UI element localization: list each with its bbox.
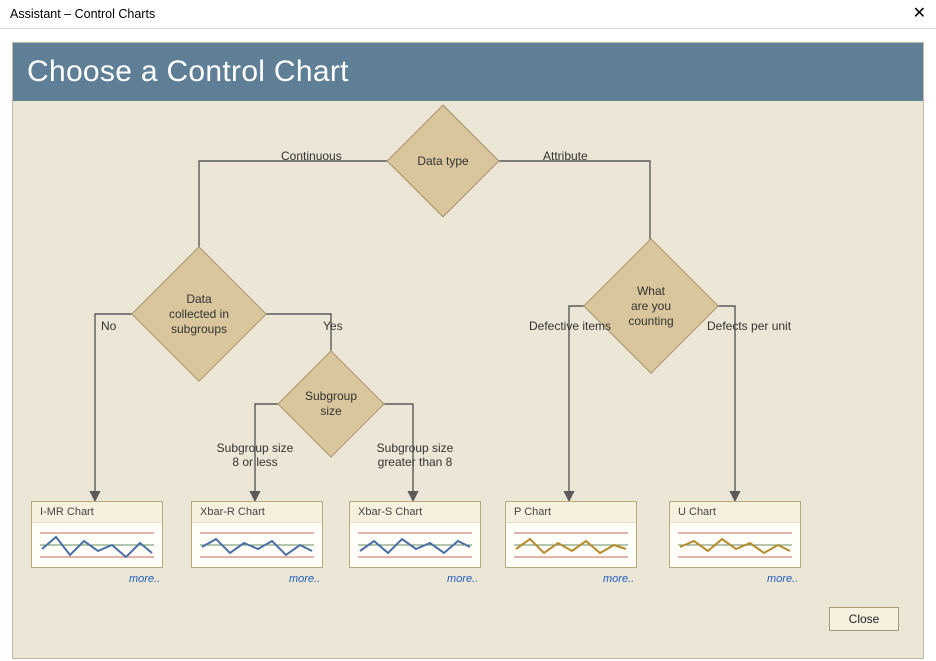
chart-thumbnail-icon xyxy=(350,523,480,567)
card-xbarr-title: Xbar-R Chart xyxy=(192,502,322,523)
card-imr-body xyxy=(32,523,162,567)
card-imr-title: I-MR Chart xyxy=(32,502,162,523)
more-link-imr[interactable]: more.. xyxy=(129,573,160,585)
card-u-body xyxy=(670,523,800,567)
card-u-title: U Chart xyxy=(670,502,800,523)
chart-thumbnail-icon xyxy=(32,523,162,567)
card-xbarr-body xyxy=(192,523,322,567)
edge-label-attribute: Attribute xyxy=(543,149,588,163)
more-link-p[interactable]: more.. xyxy=(603,573,634,585)
more-link-xbars[interactable]: more.. xyxy=(447,573,478,585)
card-u[interactable]: U Chart xyxy=(669,501,801,568)
decision-subgroups[interactable]: Data collected in subgroups xyxy=(151,266,247,362)
close-button[interactable]: Close xyxy=(829,607,899,631)
chart-thumbnail-icon xyxy=(506,523,636,567)
decision-counting-label: What are you counting xyxy=(624,280,677,333)
card-imr[interactable]: I-MR Chart xyxy=(31,501,163,568)
decision-counting[interactable]: What are you counting xyxy=(603,258,699,354)
card-xbars-body xyxy=(350,523,480,567)
decision-subgroup-size-label: Subgroup size xyxy=(301,385,361,423)
card-xbars[interactable]: Xbar-S Chart xyxy=(349,501,481,568)
decision-canvas: Data type Continuous Attribute Data coll… xyxy=(13,101,923,643)
page-title: Choose a Control Chart xyxy=(27,55,909,89)
chart-thumbnail-icon xyxy=(670,523,800,567)
page-header: Choose a Control Chart xyxy=(13,43,923,101)
close-icon[interactable]: ✕ xyxy=(913,6,926,22)
card-p-title: P Chart xyxy=(506,502,636,523)
decision-data-type[interactable]: Data type xyxy=(403,121,483,201)
decision-subgroup-size[interactable]: Subgroup size xyxy=(293,366,369,442)
window-title: Assistant – Control Charts xyxy=(10,7,155,21)
card-p-body xyxy=(506,523,636,567)
edge-label-defects: Defects per unit xyxy=(707,319,791,333)
decision-data-type-label: Data type xyxy=(413,150,472,173)
edge-label-size-le8: Subgroup size 8 or less xyxy=(205,441,305,469)
edge-label-defective: Defective items xyxy=(529,319,611,333)
edge-label-continuous: Continuous xyxy=(281,149,342,163)
content-panel: Choose a Control Chart xyxy=(12,42,924,659)
window: Assistant – Control Charts ✕ Choose a Co… xyxy=(0,0,936,661)
more-link-xbarr[interactable]: more.. xyxy=(289,573,320,585)
chart-thumbnail-icon xyxy=(192,523,322,567)
decision-subgroups-label: Data collected in subgroups xyxy=(165,288,233,341)
footer: Close xyxy=(829,607,899,631)
card-p[interactable]: P Chart xyxy=(505,501,637,568)
card-xbars-title: Xbar-S Chart xyxy=(350,502,480,523)
edge-label-no: No xyxy=(101,319,116,333)
card-xbarr[interactable]: Xbar-R Chart xyxy=(191,501,323,568)
more-link-u[interactable]: more.. xyxy=(767,573,798,585)
titlebar: Assistant – Control Charts ✕ xyxy=(0,0,936,29)
edge-label-size-gt8: Subgroup size greater than 8 xyxy=(365,441,465,469)
edge-label-yes: Yes xyxy=(323,319,343,333)
